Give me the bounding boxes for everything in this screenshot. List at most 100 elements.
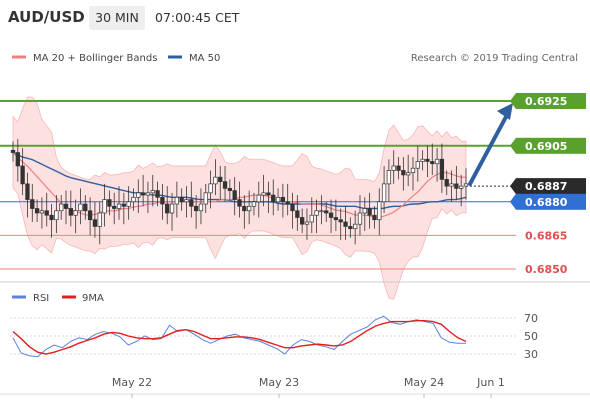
candle-body [63, 203, 69, 209]
candle-body [222, 181, 228, 189]
rsi-tick-label: 30 [524, 348, 538, 361]
forecast-arrow [468, 103, 513, 186]
candle-body [280, 196, 286, 203]
level-labels: 0.6925 0.6905 0.6887 0.6880 0.6865 0.6850 [510, 93, 586, 276]
candle-body [145, 192, 151, 196]
candle-body [401, 170, 406, 176]
level-label-text: 0.6850 [525, 263, 568, 276]
candle-body [131, 196, 136, 203]
candle-body [208, 183, 213, 194]
candle-body [25, 183, 30, 200]
candle-body [112, 205, 117, 209]
candle-body [198, 203, 204, 212]
candle-body [155, 190, 160, 198]
level-label-text: 0.6887 [525, 180, 567, 193]
x-tick-label: May 22 [112, 376, 152, 389]
candle-body [126, 201, 131, 207]
level-label-text: 0.6925 [525, 95, 567, 108]
candle-body [169, 203, 175, 214]
level-label-text: 0.6880 [525, 196, 568, 209]
candle-body [20, 165, 25, 185]
candle-body [97, 212, 102, 227]
candle-body [328, 212, 334, 218]
candle-body [54, 210, 59, 221]
candle-body [299, 217, 305, 225]
candle-body [444, 179, 449, 187]
candle-body [372, 214, 377, 221]
price-chart: MA 20 + Bollinger Bands MA 50 Research ©… [0, 53, 590, 398]
candle-body [406, 172, 411, 176]
x-tick-label: May 23 [259, 376, 299, 389]
candle-body [459, 185, 464, 189]
candle-body [381, 183, 387, 203]
rsi-legend-label: RSI [33, 293, 49, 304]
candle-body [160, 196, 165, 205]
candle-body [333, 217, 339, 221]
candle-body [420, 158, 425, 162]
candle-body [165, 203, 170, 214]
rsi-legend: RSI 9MA [12, 293, 104, 304]
ma50-legend-label: MA 50 [189, 53, 220, 64]
candle-body [415, 161, 420, 169]
candle-body [285, 201, 290, 205]
candle-body [15, 152, 20, 167]
candle-body [189, 199, 194, 207]
candle-body [34, 208, 40, 214]
candle-body [362, 208, 367, 214]
candle-body [386, 170, 392, 185]
candle-body [203, 192, 208, 205]
candle-body [237, 199, 242, 207]
candle-body [343, 221, 348, 227]
candle-body [150, 190, 155, 194]
x-tick-label: May 24 [404, 376, 444, 389]
candle-body [391, 165, 396, 171]
candle-body [242, 205, 247, 212]
candle-body [396, 165, 401, 171]
candle-body [232, 190, 237, 200]
candle-body [410, 167, 416, 174]
candle-body [39, 210, 45, 214]
level-label-pointer [510, 193, 516, 210]
candle-body [266, 192, 271, 196]
candle-body [227, 188, 233, 191]
candle-body [430, 161, 435, 165]
ma9-legend-label: 9MA [82, 293, 104, 304]
forecast-arrow-shaft [468, 113, 509, 186]
candle-body [304, 221, 310, 225]
candle-body [251, 201, 257, 207]
rsi-panel: 30 50 70 [10, 312, 538, 361]
candle-body [463, 183, 469, 187]
candle-body [193, 205, 199, 212]
candle-body [377, 201, 382, 221]
candle-body [83, 203, 88, 212]
candle-body [439, 158, 445, 180]
candle-body [78, 203, 83, 212]
candle-body [136, 192, 141, 198]
candle-body [348, 226, 353, 230]
candle-body [338, 219, 343, 223]
candle-body [290, 203, 295, 212]
x-axis: May 22 May 23 May 24 Jun 1 [0, 376, 590, 398]
candle-body [319, 210, 324, 213]
level-label-pointer [510, 137, 516, 154]
x-tick-label: Jun 1 [476, 376, 505, 389]
candle-body [275, 196, 281, 203]
copyright-text: Research © 2019 Trading Central [411, 53, 578, 64]
candle-body [184, 199, 189, 203]
candle-body [309, 214, 314, 223]
rsi-tick-label: 70 [524, 312, 538, 325]
ma20-legend-label: MA 20 + Bollinger Bands [33, 53, 157, 64]
candle-body [59, 203, 64, 212]
candle-body [261, 192, 266, 196]
candle-body [324, 210, 329, 214]
main-legend: MA 20 + Bollinger Bands MA 50 Research ©… [12, 53, 578, 64]
candle-body [140, 192, 146, 196]
candle-body [314, 210, 319, 216]
candle-body [174, 196, 180, 205]
candle-body [271, 194, 276, 203]
candle-body [353, 223, 358, 230]
candle-body [107, 199, 112, 207]
candle-body [449, 183, 454, 187]
candle-body [49, 214, 54, 221]
candle-body [179, 196, 184, 203]
